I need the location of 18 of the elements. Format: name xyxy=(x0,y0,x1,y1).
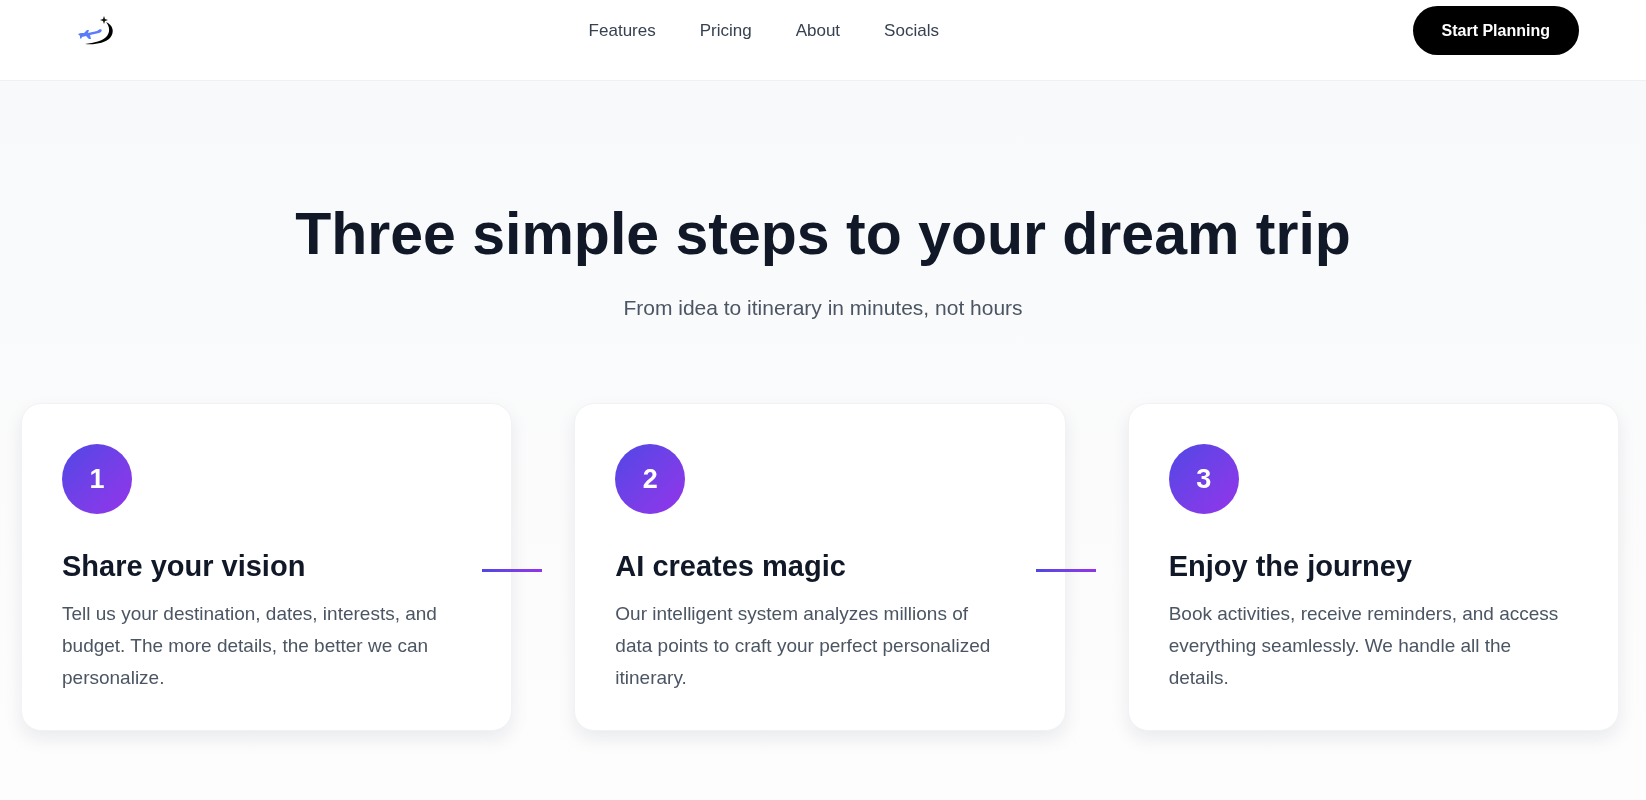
step-description: Tell us your destination, dates, interests, and budget. The more details, the better we can personalize. xyxy=(62,602,438,690)
step-title: AI creates magic xyxy=(615,549,847,584)
section-subtitle: From idea to itinerary in minutes, not hours xyxy=(623,295,1023,321)
nav-link[interactable]: Socials xyxy=(884,17,939,44)
nav-link[interactable]: About xyxy=(795,17,841,44)
step-number-badge: 3 xyxy=(1168,444,1239,514)
section-heading: Three simple steps to your dream trip xyxy=(295,200,1351,269)
step-number-badge: 2 xyxy=(615,444,686,514)
nav-link[interactable]: Features xyxy=(588,17,656,44)
step-title: Share your vision xyxy=(62,549,307,584)
step-number-badge: 1 xyxy=(62,444,132,514)
nav-link[interactable]: Pricing xyxy=(699,17,752,44)
connector-line xyxy=(1035,569,1096,572)
step-title: Enjoy the journey xyxy=(1168,549,1413,584)
start-planning-button[interactable]: Start Planning xyxy=(1412,6,1579,55)
step-description: Our intelligent system analyzes millions of data points to craft your perfect personalized itinerary. xyxy=(615,602,992,690)
step-description: Book activities, receive reminders, and access everything seamlessly. We handle all the details. xyxy=(1168,602,1560,690)
connector-line xyxy=(482,569,543,572)
